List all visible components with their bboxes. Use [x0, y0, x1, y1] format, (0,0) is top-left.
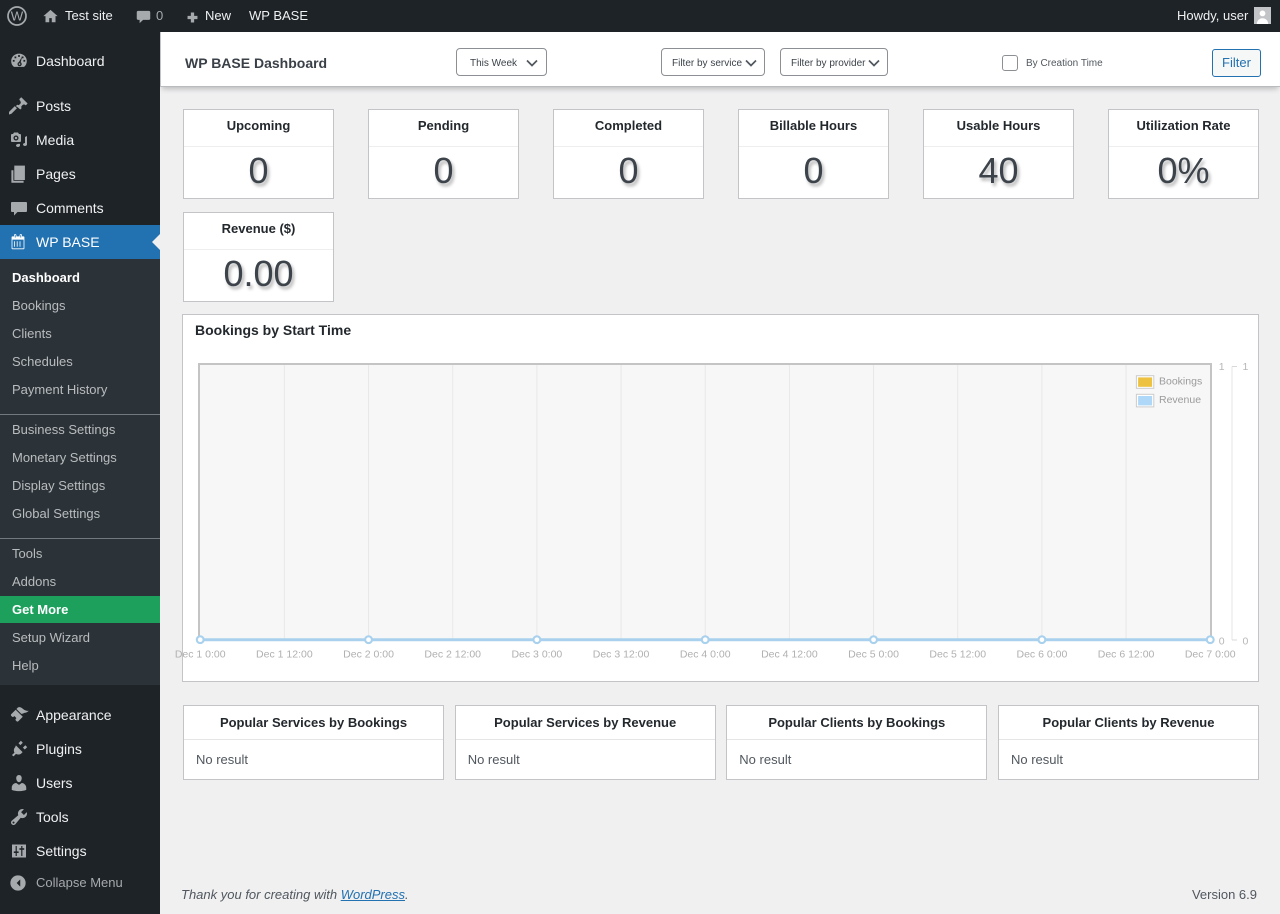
svg-text:Dec 3 0:00: Dec 3 0:00 [511, 649, 562, 661]
svg-text:1: 1 [1219, 361, 1225, 373]
svg-text:Dec 7 0:00: Dec 7 0:00 [1185, 649, 1236, 661]
svg-text:Dec 6 12:00: Dec 6 12:00 [1098, 649, 1155, 661]
svg-text:Revenue: Revenue [1159, 394, 1201, 406]
svg-text:Bookings: Bookings [1159, 375, 1202, 387]
svg-text:Dec 1 0:00: Dec 1 0:00 [175, 649, 226, 661]
svg-text:0: 0 [1219, 636, 1225, 648]
svg-text:Dec 6 0:00: Dec 6 0:00 [1017, 649, 1068, 661]
svg-text:Dec 1 12:00: Dec 1 12:00 [256, 649, 313, 661]
svg-text:Dec 3 12:00: Dec 3 12:00 [593, 649, 650, 661]
svg-text:Dec 4 0:00: Dec 4 0:00 [680, 649, 731, 661]
svg-text:Dec 4 12:00: Dec 4 12:00 [761, 649, 818, 661]
svg-text:Dec 2 0:00: Dec 2 0:00 [343, 649, 394, 661]
svg-text:Dec 5 0:00: Dec 5 0:00 [848, 649, 899, 661]
svg-text:1: 1 [1243, 361, 1249, 373]
svg-text:0: 0 [1243, 636, 1249, 648]
svg-text:W: W [11, 9, 24, 24]
svg-text:Dec 5 12:00: Dec 5 12:00 [929, 649, 986, 661]
svg-text:Dec 2 12:00: Dec 2 12:00 [424, 649, 481, 661]
